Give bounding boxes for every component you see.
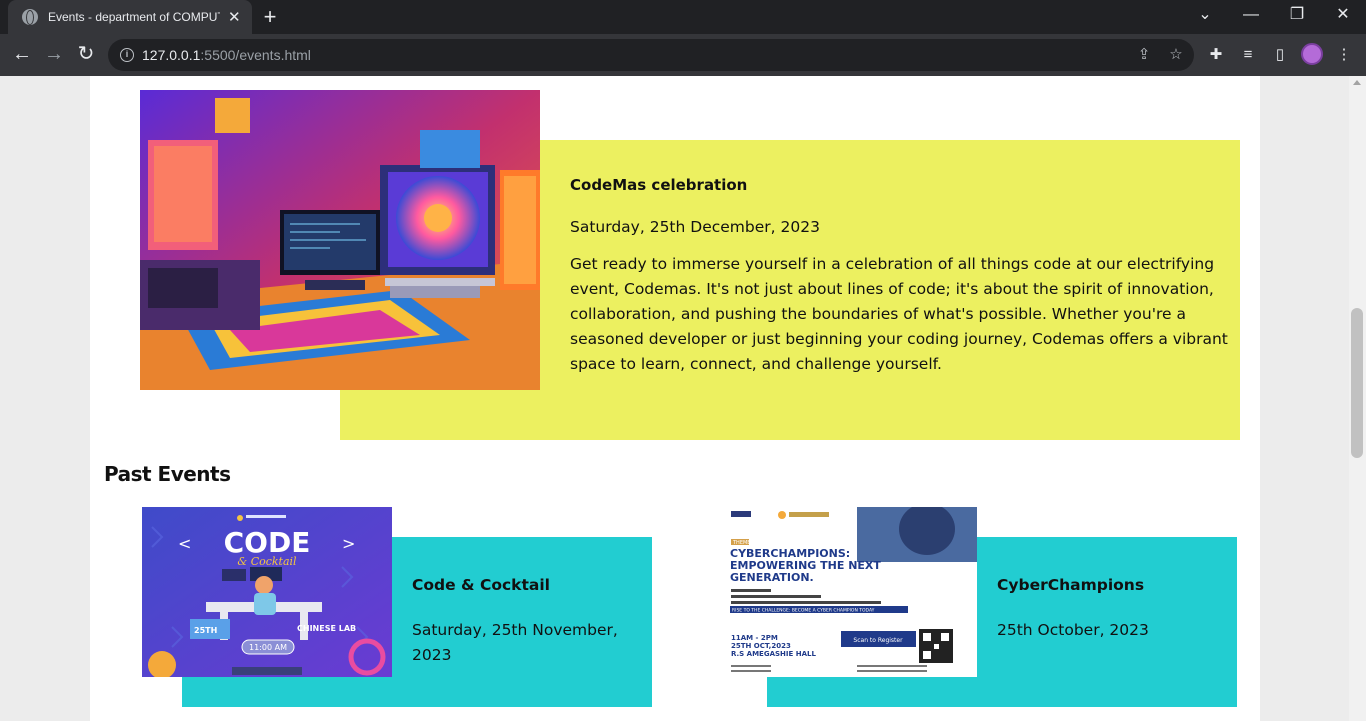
svg-text:>: > xyxy=(342,534,355,553)
browser-toolbar: ← → ↻ i 127.0.0.1:5500/events.html ⇪ ☆ ✚… xyxy=(0,34,1366,76)
scroll-up-arrow-icon[interactable] xyxy=(1353,80,1361,85)
page-content: CodeMas celebration Saturday, 25th Decem… xyxy=(90,76,1260,721)
browser-tab-bar: Events - department of COMPUT ✕ + ⌄ — ❐ … xyxy=(0,0,1366,34)
poster-cyber-date: 25TH OCT,2023 xyxy=(731,642,791,650)
code-cocktail-title: Code & Cocktail xyxy=(412,576,550,594)
code-cocktail-date: Saturday, 25th November, 2023 xyxy=(412,621,618,664)
cyberchampions-title: CyberChampions xyxy=(997,576,1145,594)
poster-cocktail-subtitle: & Cocktail xyxy=(237,555,297,568)
new-tab-button[interactable]: + xyxy=(258,3,282,31)
poster-cyber-venue: R.S AMEGASHIE HALL xyxy=(731,650,816,658)
cyberchampions-poster: THEME: CYBERCHAMPIONS: EMPOWERING THE NE… xyxy=(727,507,977,677)
url-text[interactable]: 127.0.0.1:5500/events.html xyxy=(142,47,311,63)
scroll-thumb[interactable] xyxy=(1351,308,1363,458)
profile-avatar[interactable] xyxy=(1301,43,1323,65)
svg-text:GENERATION.: GENERATION. xyxy=(730,571,814,584)
bookmark-star-icon[interactable]: ☆ xyxy=(1166,45,1186,65)
poster-date: 25TH xyxy=(194,626,217,635)
code-cocktail-poster: CODE < > & Cocktail 25TH CHINESE LAB 11:… xyxy=(142,507,392,677)
address-bar[interactable]: i 127.0.0.1:5500/events.html ⇪ ☆ xyxy=(108,39,1194,71)
featured-event-image xyxy=(140,90,540,390)
reload-icon[interactable]: ↻ xyxy=(72,40,100,68)
poster-time: 11:00 AM xyxy=(249,643,287,652)
poster-register-button: Scan to Register xyxy=(853,637,903,644)
svg-text:<: < xyxy=(178,534,191,553)
restore-icon[interactable]: ❐ xyxy=(1274,0,1320,34)
back-icon[interactable]: ← xyxy=(8,40,36,68)
featured-event-details: CodeMas celebration Saturday, 25th Decem… xyxy=(570,176,1230,377)
tab-search-icon[interactable]: ⌄ xyxy=(1182,0,1228,34)
close-tab-icon[interactable]: ✕ xyxy=(228,8,241,26)
forward-icon[interactable]: → xyxy=(40,40,68,68)
poster-theme: THEME: xyxy=(732,540,752,546)
minimize-icon[interactable]: — xyxy=(1228,0,1274,34)
menu-icon[interactable]: ⋮ xyxy=(1334,45,1354,65)
close-window-icon[interactable]: ✕ xyxy=(1320,0,1366,34)
share-icon[interactable]: ⇪ xyxy=(1134,45,1154,65)
featured-event-title: CodeMas celebration xyxy=(570,176,748,194)
side-panel-icon[interactable]: ▯ xyxy=(1270,45,1290,65)
tab-title: Events - department of COMPUT xyxy=(48,10,220,24)
cyberchampions-date: 25th October, 2023 xyxy=(997,621,1149,639)
page-viewport: CodeMas celebration Saturday, 25th Decem… xyxy=(0,76,1349,721)
poster-cyber-time: 11AM - 2PM xyxy=(731,634,778,642)
past-events-heading: Past Events xyxy=(104,462,231,486)
extensions-icon[interactable]: ✚ xyxy=(1206,45,1226,65)
poster-venue: CHINESE LAB xyxy=(297,624,356,633)
page-scrollbar[interactable] xyxy=(1349,76,1366,721)
poster-cta: RISE TO THE CHALLENGE: BECOME A CYBER CH… xyxy=(732,608,875,614)
browser-tab[interactable]: Events - department of COMPUT ✕ xyxy=(8,0,252,34)
globe-icon xyxy=(22,9,38,25)
site-info-icon[interactable]: i xyxy=(120,48,134,62)
featured-event-description: Get ready to immerse yourself in a celeb… xyxy=(570,255,1228,373)
media-control-icon[interactable]: ≡ xyxy=(1238,45,1258,65)
featured-event-date: Saturday, 25th December, 2023 xyxy=(570,218,820,236)
